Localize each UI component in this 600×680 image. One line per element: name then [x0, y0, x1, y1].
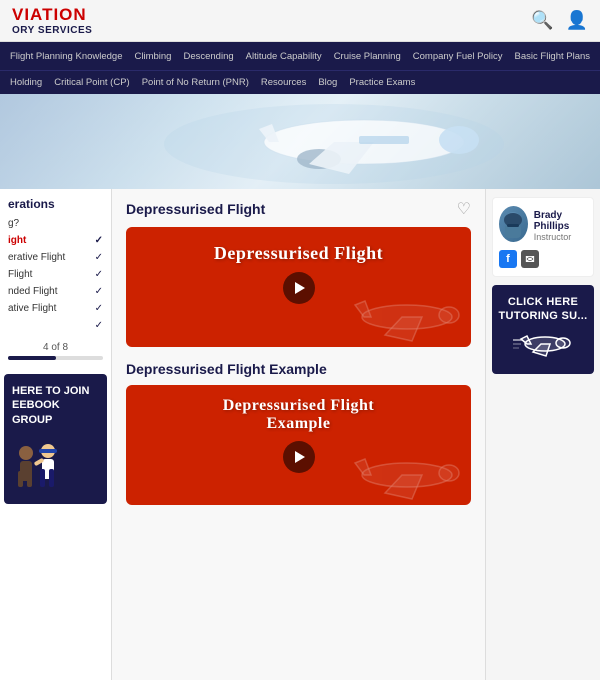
nav1-item-real-flight[interactable]: Real Flight Plans [596, 51, 600, 62]
progress-bar-fill [8, 356, 56, 360]
sidebar-item-1[interactable]: ight ✓ [0, 232, 111, 249]
sidebar-item-6[interactable]: ✓ [0, 317, 111, 334]
sidebar: erations g? ight ✓ erative Flight ✓ Flig… [0, 189, 112, 680]
logo: VIATION ORY SERVICES [12, 5, 92, 36]
nav1-item-descending[interactable]: Descending [177, 51, 239, 62]
main-content: Depressurised Flight ♡ Depressurised Fli… [112, 189, 485, 680]
right-sidebar: Brady Phillips Instructor f ✉ CLICK HERE… [485, 189, 600, 680]
social-icons: f ✉ [499, 250, 587, 268]
email-icon[interactable]: ✉ [521, 250, 539, 268]
header: VIATION ORY SERVICES 🔍 👤 [0, 0, 600, 42]
check-icon-4: ✓ [95, 286, 103, 297]
lesson2-header: Depressurised Flight Example [126, 361, 471, 377]
lesson1-title: Depressurised Flight [126, 201, 265, 217]
tutoring-line1: CLICK HERE [498, 295, 588, 309]
nav2-item-blog[interactable]: Blog [312, 77, 343, 88]
progress-bar [8, 356, 103, 360]
sidebar-progress: 4 of 8 [0, 334, 111, 368]
nav-bar-2: Holding Critical Point (CP) Point of No … [0, 70, 600, 94]
user-icon[interactable]: 👤 [566, 10, 588, 31]
check-icon-2: ✓ [95, 252, 103, 263]
nav2-item-exams[interactable]: Practice Exams [343, 77, 421, 88]
sidebar-item-5[interactable]: ative Flight ✓ [0, 300, 111, 317]
people-illustration [12, 439, 67, 494]
sidebar-item-4[interactable]: nded Flight ✓ [0, 283, 111, 300]
nav-bar-1: Flight Planning Knowledge Climbing Desce… [0, 42, 600, 70]
lesson1-video-title: Depressurised Flight [126, 227, 471, 272]
header-icons: 🔍 👤 [531, 10, 588, 31]
instructor-card: Brady Phillips Instructor f ✉ [492, 197, 594, 277]
check-icon-3: ✓ [95, 269, 103, 280]
search-icon[interactable]: 🔍 [531, 10, 553, 31]
instructor-avatar [499, 206, 528, 242]
sidebar-banner-facebook[interactable]: HERE TO JOINEEBOOK GROUP [4, 374, 107, 504]
sidebar-item-0[interactable]: g? [0, 215, 111, 232]
lesson2-title: Depressurised Flight Example [126, 361, 327, 377]
nav1-item-fuel[interactable]: Company Fuel Policy [407, 51, 509, 62]
avatar-illustration [499, 210, 527, 238]
nav2-item-pnr[interactable]: Point of No Return (PNR) [136, 77, 255, 88]
tutoring-line2: TUTORING SU... [498, 309, 588, 323]
sidebar-banner-text: HERE TO JOINEEBOOK GROUP [12, 384, 99, 427]
content-area: erations g? ight ✓ erative Flight ✓ Flig… [0, 189, 600, 680]
hero-banner [0, 94, 600, 189]
nav1-item-flight-planning[interactable]: Flight Planning Knowledge [4, 51, 129, 62]
instructor-name: Brady Phillips [534, 210, 587, 232]
check-icon-6: ✓ [95, 320, 103, 331]
tutoring-plane-svg [513, 330, 573, 358]
nav1-item-climbing[interactable]: Climbing [129, 51, 178, 62]
lesson2-video-card[interactable]: Depressurised FlightExample [126, 385, 471, 505]
tutoring-plane-icon [498, 330, 588, 364]
nav1-item-basic-flight[interactable]: Basic Flight Plans [509, 51, 597, 62]
lesson1-header: Depressurised Flight ♡ [126, 199, 471, 219]
lesson2-play-button[interactable] [283, 441, 315, 473]
sidebar-item-3[interactable]: Flight ✓ [0, 266, 111, 283]
lesson1-play-button[interactable] [283, 272, 315, 304]
lesson1-video-card[interactable]: Depressurised Flight [126, 227, 471, 347]
nav2-item-resources[interactable]: Resources [255, 77, 312, 88]
lesson1-heart-icon[interactable]: ♡ [457, 199, 471, 219]
facebook-icon[interactable]: f [499, 250, 517, 268]
video1-plane-watermark [337, 285, 467, 345]
hero-plane-svg [164, 104, 504, 184]
play-triangle-2 [295, 451, 305, 463]
video2-plane-watermark [337, 443, 467, 503]
nav1-item-altitude[interactable]: Altitude Capability [240, 51, 328, 62]
play-triangle-1 [295, 282, 305, 294]
logo-subtitle: ORY SERVICES [12, 25, 92, 36]
logo-title: VIATION [12, 5, 92, 25]
instructor-role: Instructor [534, 232, 587, 242]
nav2-item-cp[interactable]: Critical Point (CP) [48, 77, 136, 88]
nav1-item-cruise[interactable]: Cruise Planning [328, 51, 407, 62]
lesson2-video-title: Depressurised FlightExample [126, 385, 471, 441]
sidebar-item-2[interactable]: erative Flight ✓ [0, 249, 111, 266]
check-icon-1: ✓ [95, 235, 103, 246]
check-icon-5: ✓ [95, 303, 103, 314]
tutoring-banner[interactable]: CLICK HERE TUTORING SU... [492, 285, 594, 374]
sidebar-section-title: erations [0, 189, 111, 215]
nav2-item-holding[interactable]: Holding [4, 77, 48, 88]
